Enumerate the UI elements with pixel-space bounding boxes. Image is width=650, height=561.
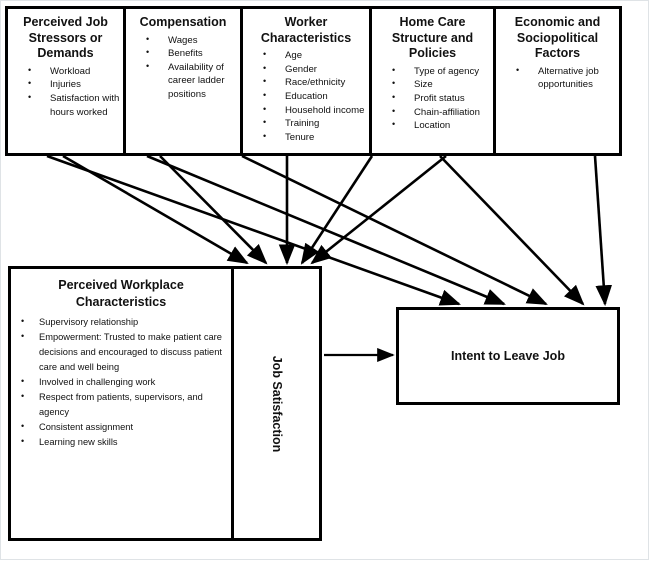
- arrows-to-job-satisfaction: [62, 154, 447, 266]
- list-item: Gender: [263, 62, 369, 77]
- arrow-to-job-satisfaction: [159, 155, 268, 265]
- box-title: Economic and Sociopolitical Factors: [514, 15, 601, 61]
- box-job-satisfaction[interactable]: Job Satisfaction: [234, 269, 319, 538]
- list-item: Respect from patients, supervisors, and …: [21, 389, 231, 420]
- bullet-list: Wages Benefits Availability of career la…: [126, 33, 240, 102]
- list-item: Size: [392, 78, 493, 92]
- box-compensation[interactable]: Compensation Wages Benefits Availability…: [126, 9, 243, 153]
- box-worker-characteristics[interactable]: Worker Characteristics Age Gender Race/e…: [243, 9, 372, 153]
- list-item: Profit status: [392, 91, 493, 106]
- box-perceived-workplace-characteristics[interactable]: Perceived Workplace Characteristics Supe…: [11, 269, 234, 538]
- box-perceived-job-stressors[interactable]: Perceived Job Stressors or Demands Workl…: [8, 9, 126, 153]
- job-satisfaction-label: Job Satisfaction: [269, 355, 284, 452]
- list-item: Supervisory relationship: [21, 314, 231, 330]
- arrow-to-job-satisfaction: [310, 154, 447, 265]
- arrow-to-job-satisfaction: [300, 155, 374, 265]
- bullet-list: Workload Injuries Satisfaction with hour…: [8, 64, 123, 119]
- arrow-to-job-satisfaction: [62, 154, 249, 265]
- list-item: Location: [392, 118, 493, 133]
- box-economic-sociopolitical[interactable]: Economic and Sociopolitical Factors Alte…: [496, 9, 619, 153]
- intent-to-leave-label: Intent to Leave Job: [451, 349, 565, 363]
- list-item: Alternative job opportunities: [516, 64, 619, 92]
- list-item: Workload: [28, 64, 123, 79]
- list-item: Benefits: [146, 46, 240, 61]
- list-item: Chain-affiliation: [392, 105, 493, 120]
- box-title: Compensation: [139, 15, 227, 29]
- list-item: Injuries: [28, 78, 123, 92]
- top-determinants-row: Perceived Job Stressors or Demands Workl…: [5, 6, 622, 156]
- arrow-to-intent-to-leave: [439, 155, 585, 306]
- list-item: Tenure: [263, 130, 369, 145]
- box-title: Perceived Job Stressors or Demands: [23, 15, 108, 61]
- list-item: Consistent assignment: [21, 419, 231, 435]
- list-item: Household income: [263, 103, 369, 118]
- box-title: Perceived Workplace Characteristics: [58, 278, 184, 309]
- bullet-list: Alternative job opportunities: [496, 64, 619, 92]
- list-item: Availability of career ladder positions: [146, 60, 240, 102]
- list-item: Learning new skills: [21, 434, 231, 450]
- list-item: Wages: [146, 33, 240, 48]
- list-item: Education: [263, 89, 369, 104]
- list-item: Training: [263, 116, 369, 131]
- box-title: Home Care Structure and Policies: [391, 15, 474, 61]
- box-home-care-structure[interactable]: Home Care Structure and Policies Type of…: [372, 9, 496, 153]
- bullet-list: Supervisory relationship Empowerment: Tr…: [11, 314, 231, 450]
- bullet-list: Type of agency Size Profit status Chain-…: [372, 64, 493, 133]
- box-title: Worker Characteristics: [260, 15, 352, 45]
- list-item: Age: [263, 48, 369, 63]
- diagram-canvas: Perceived Job Stressors or Demands Workl…: [0, 0, 650, 561]
- bullet-list: Age Gender Race/ethnicity Education Hous…: [243, 48, 369, 145]
- arrow-to-intent-to-leave: [593, 155, 613, 307]
- list-item: Empowerment: Trusted to make patient car…: [21, 329, 231, 375]
- list-item: Satisfaction with hours worked: [28, 91, 123, 119]
- list-item: Type of agency: [392, 64, 493, 79]
- mediator-group: Perceived Workplace Characteristics Supe…: [8, 266, 322, 541]
- box-intent-to-leave-job[interactable]: Intent to Leave Job: [396, 307, 620, 405]
- list-item: Race/ethnicity: [263, 75, 369, 90]
- list-item: Involved in challenging work: [21, 374, 231, 390]
